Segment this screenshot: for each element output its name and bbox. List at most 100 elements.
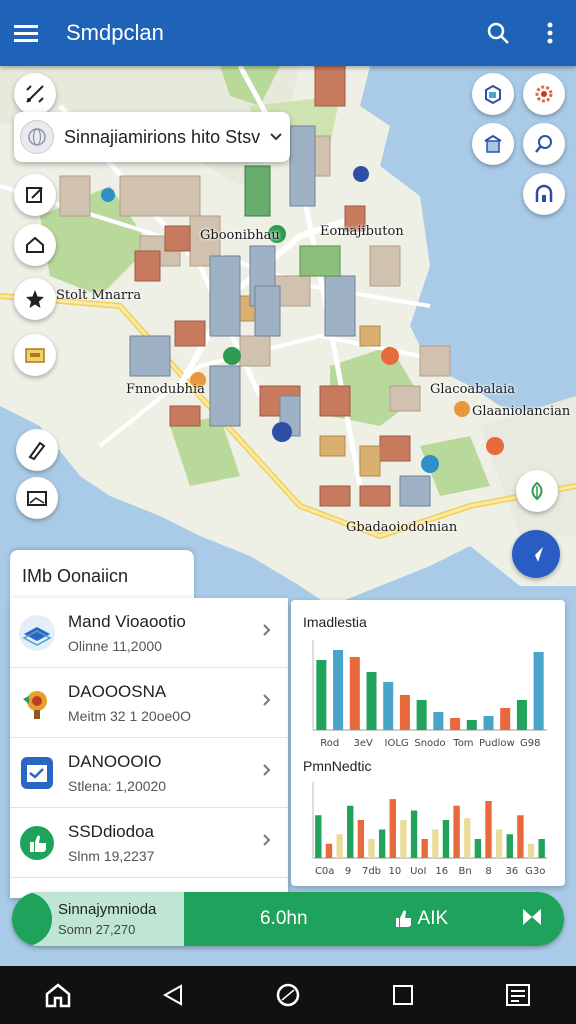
my-location-button[interactable] (512, 530, 560, 578)
navigation-bar: Sinnajymnioda Somn 27,270 6.0hn AIK (12, 892, 564, 946)
map-label[interactable]: Eomajibuton (320, 224, 404, 239)
map-type-button[interactable] (472, 73, 514, 115)
edit-button[interactable] (14, 174, 56, 216)
chart-bar (368, 839, 375, 858)
favorites-button[interactable] (14, 278, 56, 320)
chevron-down-icon[interactable] (262, 132, 290, 142)
image-layer-button[interactable] (16, 477, 58, 519)
chart-bar (533, 652, 544, 730)
edit-icon (26, 187, 43, 203)
document-icon (506, 984, 531, 1006)
cube-icon (485, 84, 501, 105)
rate-button[interactable]: AIK (394, 908, 449, 930)
x-tick-label: Pudlow (479, 738, 515, 749)
assistant-button[interactable] (258, 966, 318, 1024)
eco-layer-button[interactable] (516, 470, 558, 512)
leaf-icon (531, 481, 543, 501)
chart-bar (378, 829, 386, 858)
chart-bar (474, 839, 482, 858)
chart-bar (450, 718, 461, 730)
x-tick-label: Snodo (414, 738, 445, 749)
current-location-card[interactable]: Sinnajymnioda Somn 27,270 (12, 892, 184, 946)
map-label[interactable]: Glacoabalaia (430, 382, 515, 397)
chart-bar (485, 801, 492, 858)
bar-chart-2: C0a 9 7db 10 UoI 16 Bn 8 36 G3o (312, 782, 547, 877)
chart-bar (333, 650, 344, 730)
map-label[interactable]: Gbadaoiodolnian (346, 520, 457, 535)
list-item[interactable]: Mand Vioaootio Olinne 11,2000 (10, 598, 288, 668)
map-label[interactable]: Gboonibhau (200, 228, 280, 243)
building-icon (484, 134, 502, 153)
search-button[interactable] (472, 0, 524, 66)
circle-icon (276, 983, 300, 1007)
x-tick-label: 8 (485, 866, 491, 877)
landmark-icon (18, 684, 56, 722)
chart-bar (399, 695, 410, 730)
directions-button[interactable] (14, 73, 56, 115)
menu-button[interactable] (0, 0, 52, 66)
recents-button[interactable] (373, 966, 433, 1024)
chart-title: PmnNedtic (303, 758, 372, 774)
x-tick-label: C0a (315, 866, 334, 877)
chevron-right-icon (262, 623, 288, 642)
drawing-tool-button[interactable] (16, 429, 58, 471)
gear-icon (535, 85, 553, 103)
list-item-subtitle: Stlena: 1,20020 (68, 777, 167, 794)
overflow-menu-button[interactable] (524, 0, 576, 66)
current-location-title: Sinnajymnioda (58, 901, 157, 918)
rate-label: AIK (417, 908, 449, 929)
map-label[interactable]: Stolt Mnarra (56, 288, 141, 303)
x-tick-label: 16 (435, 866, 448, 877)
map-layers-icon (18, 614, 56, 652)
chart-bar (506, 834, 513, 858)
route-icon (26, 85, 44, 103)
system-nav-bar (0, 966, 576, 1024)
list-item[interactable]: DAOOOSNA Meitm 32 1 20oe0O (10, 668, 288, 738)
chart-bar (517, 815, 524, 858)
buildings-button[interactable] (472, 123, 514, 165)
location-search-box[interactable]: Sinnajiamirions hito Stsv (14, 112, 290, 162)
saved-places-button[interactable] (14, 334, 56, 376)
back-button[interactable] (143, 966, 203, 1024)
notes-button[interactable] (488, 966, 548, 1024)
star-icon (26, 290, 44, 308)
distance-label[interactable]: 6.0hn (260, 908, 308, 930)
list-item[interactable]: SSDdiodoa Slnm 19,2237 (10, 808, 288, 878)
home-layer-button[interactable] (14, 224, 56, 266)
settings-button[interactable] (523, 73, 565, 115)
list-item-title: Mand Vioaootio (68, 611, 186, 631)
list-item[interactable]: DANOOOIO Stlena: 1,20020 (10, 738, 288, 808)
home-button[interactable] (28, 966, 88, 1024)
back-triangle-icon (162, 984, 182, 1006)
chart-bar (389, 799, 396, 858)
search-icon (487, 22, 509, 44)
end-navigation-button[interactable] (522, 908, 542, 931)
places-list: Mand Vioaootio Olinne 11,2000 DAOOOSNA M… (10, 598, 288, 898)
statistics-card: Imadlestia Rod 3eV IOLG Snodo Tom Pudlow G98 P… (291, 600, 565, 886)
locate-button[interactable] (523, 173, 565, 215)
square-icon (393, 985, 414, 1005)
search-input[interactable]: Sinnajiamirions hito Stsv (64, 127, 262, 148)
calendar-icon (18, 754, 56, 792)
chart-bar (366, 672, 377, 730)
more-vert-icon (547, 22, 553, 44)
chart-bar (349, 657, 360, 730)
chart-bar (538, 839, 545, 858)
chart-bar (516, 700, 527, 730)
chart-bar (316, 660, 327, 730)
map-label[interactable]: Fnnodubhia (126, 382, 205, 397)
chart-bar (442, 820, 450, 858)
magnifier-icon (535, 135, 552, 153)
search-area-button[interactable] (523, 123, 565, 165)
globe-icon (20, 120, 54, 154)
pen-icon (28, 441, 46, 461)
hamburger-icon (14, 25, 38, 42)
image-icon (27, 491, 47, 506)
x-tick-label: 3eV (353, 738, 373, 749)
chart-bar (432, 829, 439, 858)
chart-bar (495, 829, 503, 858)
x-tick-label: UoI (410, 866, 426, 877)
chart-bar (400, 820, 407, 858)
chart-bar (416, 700, 427, 730)
map-label[interactable]: Glaaniolancian (472, 404, 570, 419)
